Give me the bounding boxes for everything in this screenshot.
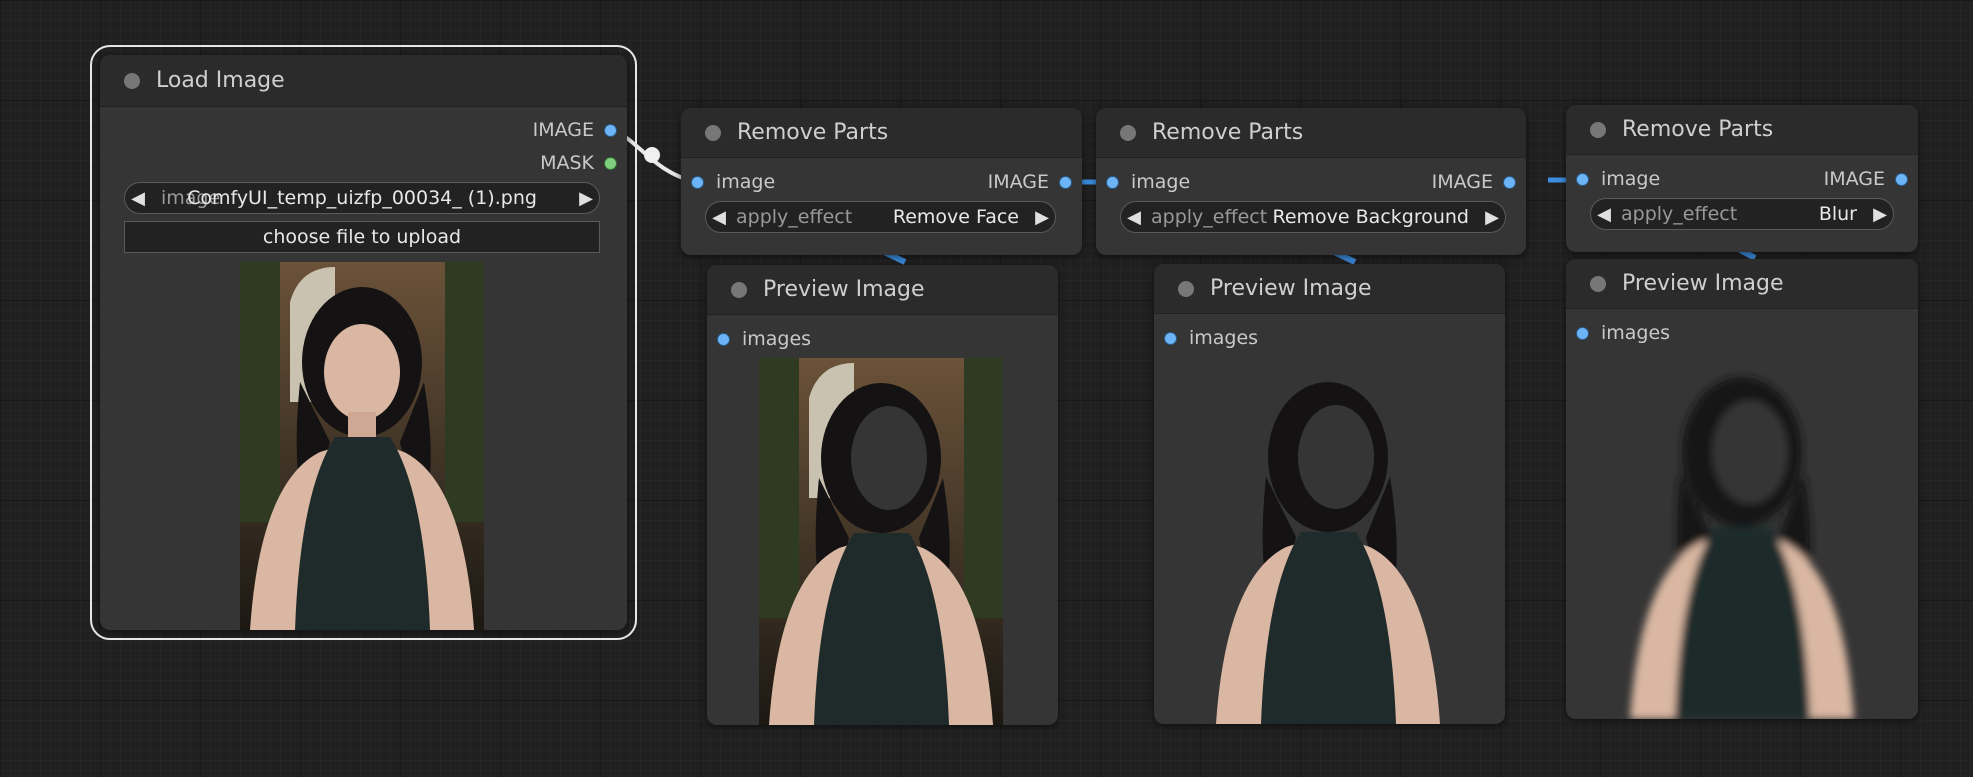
input-image-slot[interactable]: image bbox=[1576, 168, 1660, 190]
load-image-node[interactable]: Load Image IMAGE MASK ◀ image ComfyUI_te… bbox=[90, 45, 637, 640]
apply-effect-combo[interactable]: ◀ apply_effect Blur ▶ bbox=[1590, 198, 1894, 230]
arrow-left-icon[interactable]: ◀ bbox=[1121, 207, 1147, 228]
widget-value: ComfyUI_temp_uizfp_00034_ (1).png bbox=[187, 187, 537, 209]
image-input-pin-icon[interactable] bbox=[1106, 175, 1119, 189]
preview-image-title-bar[interactable]: Preview Image bbox=[707, 265, 1058, 315]
image-input-pin-icon[interactable] bbox=[1576, 172, 1589, 186]
output-label: IMAGE bbox=[532, 119, 594, 141]
image-output-pin-icon[interactable] bbox=[604, 123, 617, 137]
preview-output-image bbox=[1206, 357, 1450, 724]
output-image-slot[interactable]: IMAGE bbox=[1432, 171, 1516, 193]
loaded-image-preview bbox=[240, 262, 484, 630]
input-image-slot[interactable]: image bbox=[1106, 171, 1190, 193]
images-input-pin-icon[interactable] bbox=[1576, 326, 1589, 340]
arrow-left-icon[interactable]: ◀ bbox=[1591, 204, 1617, 225]
input-label: image bbox=[1131, 171, 1191, 193]
input-label: images bbox=[1601, 322, 1671, 344]
collapse-dot-icon[interactable] bbox=[1590, 121, 1606, 138]
node-title: Load Image bbox=[156, 68, 285, 93]
arrow-right-icon[interactable]: ▶ bbox=[1479, 207, 1505, 228]
collapse-dot-icon[interactable] bbox=[705, 124, 721, 141]
input-image-slot[interactable]: image bbox=[691, 171, 775, 193]
preview-image-title-bar[interactable]: Preview Image bbox=[1154, 264, 1505, 314]
apply-effect-combo[interactable]: ◀ apply_effect Remove Face ▶ bbox=[705, 201, 1056, 233]
input-images-slot[interactable]: images bbox=[1164, 327, 1258, 349]
arrow-right-icon[interactable]: ▶ bbox=[1029, 207, 1055, 228]
image-input-pin-icon[interactable] bbox=[691, 175, 704, 189]
widget-value: Remove Background bbox=[1272, 206, 1470, 228]
preview-output-image bbox=[759, 358, 1003, 725]
node-title: Preview Image bbox=[1210, 276, 1372, 301]
preview-image-node-2[interactable]: Preview Image images bbox=[1154, 264, 1505, 724]
collapse-dot-icon[interactable] bbox=[124, 72, 140, 89]
remove-parts-title-bar[interactable]: Remove Parts bbox=[681, 108, 1082, 158]
remove-parts-title-bar[interactable]: Remove Parts bbox=[1096, 108, 1526, 158]
input-label: image bbox=[1601, 168, 1661, 190]
output-image-slot[interactable]: IMAGE bbox=[533, 119, 617, 141]
remove-parts-node-1[interactable]: Remove Parts image IMAGE ◀ apply_effect … bbox=[681, 108, 1082, 255]
input-label: image bbox=[716, 171, 776, 193]
collapse-dot-icon[interactable] bbox=[731, 281, 747, 298]
images-input-pin-icon[interactable] bbox=[1164, 331, 1177, 345]
arrow-left-icon[interactable]: ◀ bbox=[125, 188, 151, 209]
arrow-right-icon[interactable]: ▶ bbox=[573, 188, 599, 209]
widget-value: Remove Face bbox=[892, 206, 1019, 228]
image-file-combo[interactable]: ◀ image ComfyUI_temp_uizfp_00034_ (1).pn… bbox=[124, 182, 600, 214]
image-output-pin-icon[interactable] bbox=[1503, 175, 1516, 189]
output-image-slot[interactable]: IMAGE bbox=[1824, 168, 1908, 190]
output-label: MASK bbox=[540, 152, 594, 174]
remove-parts-title-bar[interactable]: Remove Parts bbox=[1566, 105, 1918, 155]
choose-file-button[interactable]: choose file to upload bbox=[124, 221, 600, 253]
collapse-dot-icon[interactable] bbox=[1590, 275, 1606, 292]
input-images-slot[interactable]: images bbox=[1576, 322, 1670, 344]
output-mask-slot[interactable]: MASK bbox=[540, 152, 617, 174]
widget-label: apply_effect bbox=[1151, 206, 1268, 228]
preview-output-image bbox=[1620, 352, 1864, 719]
image-output-pin-icon[interactable] bbox=[1895, 172, 1908, 186]
input-label: images bbox=[1189, 327, 1259, 349]
collapse-dot-icon[interactable] bbox=[1178, 280, 1194, 297]
node-title: Remove Parts bbox=[1622, 117, 1774, 142]
arrow-left-icon[interactable]: ◀ bbox=[706, 207, 732, 228]
widget-label: apply_effect bbox=[1621, 203, 1738, 225]
images-input-pin-icon[interactable] bbox=[717, 332, 730, 346]
image-output-pin-icon[interactable] bbox=[1059, 175, 1072, 189]
input-label: images bbox=[742, 328, 812, 350]
output-label: IMAGE bbox=[1431, 171, 1493, 193]
node-title: Remove Parts bbox=[1152, 120, 1304, 145]
wire-midpoint-handle[interactable] bbox=[644, 147, 660, 163]
collapse-dot-icon[interactable] bbox=[1120, 124, 1136, 141]
output-label: IMAGE bbox=[987, 171, 1049, 193]
input-images-slot[interactable]: images bbox=[717, 328, 811, 350]
node-title: Preview Image bbox=[763, 277, 925, 302]
preview-image-title-bar[interactable]: Preview Image bbox=[1566, 259, 1918, 309]
remove-parts-node-3[interactable]: Remove Parts image IMAGE ◀ apply_effect … bbox=[1566, 105, 1918, 252]
load-image-title-bar[interactable]: Load Image bbox=[100, 55, 627, 107]
widget-value: Blur bbox=[1818, 203, 1857, 225]
arrow-right-icon[interactable]: ▶ bbox=[1867, 204, 1893, 225]
remove-parts-node-2[interactable]: Remove Parts image IMAGE ◀ apply_effect … bbox=[1096, 108, 1526, 255]
node-title: Preview Image bbox=[1622, 271, 1784, 296]
output-label: IMAGE bbox=[1823, 168, 1885, 190]
output-image-slot[interactable]: IMAGE bbox=[988, 171, 1072, 193]
widget-label: apply_effect bbox=[736, 206, 853, 228]
node-title: Remove Parts bbox=[737, 120, 889, 145]
preview-image-node-3[interactable]: Preview Image images bbox=[1566, 259, 1918, 719]
button-label: choose file to upload bbox=[262, 226, 462, 248]
mask-output-pin-icon[interactable] bbox=[604, 156, 617, 170]
preview-image-node-1[interactable]: Preview Image images bbox=[707, 265, 1058, 725]
apply-effect-combo[interactable]: ◀ apply_effect Remove Background ▶ bbox=[1120, 201, 1506, 233]
